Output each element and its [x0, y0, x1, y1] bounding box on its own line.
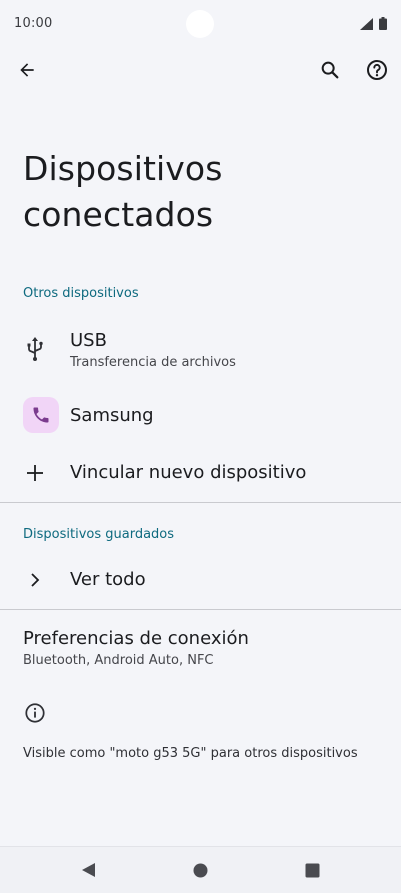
arrow-back-icon	[20, 63, 34, 77]
divider	[0, 502, 401, 503]
search-button[interactable]	[310, 50, 350, 90]
info-icon	[25, 703, 45, 723]
section-header-other-devices: Otros dispositivos	[23, 286, 139, 301]
chevron-right-icon	[31, 573, 40, 587]
status-time: 10:00	[14, 16, 53, 31]
help-icon	[367, 60, 387, 80]
signal-icon	[360, 18, 373, 30]
camera-cutout	[186, 10, 214, 38]
battery-icon	[379, 17, 387, 30]
samsung-device-item[interactable]	[0, 390, 401, 442]
divider	[0, 609, 401, 610]
help-button[interactable]	[357, 50, 397, 90]
page-title: Dispositivos conectados	[23, 149, 223, 234]
connection-preferences-title: Preferencias de conexión	[23, 628, 249, 649]
plus-icon	[27, 465, 43, 481]
navigation-bar	[0, 846, 401, 893]
search-icon	[321, 61, 339, 79]
pair-new-device-title: Vincular nuevo dispositivo	[70, 462, 307, 483]
usb-icon	[27, 337, 43, 361]
phone-icon	[33, 407, 49, 423]
see-all-item[interactable]: Ver todo	[0, 560, 401, 602]
usb-subtitle: Transferencia de archivos	[70, 355, 236, 370]
nav-recents-icon[interactable]	[305, 863, 320, 878]
connection-preferences-item[interactable]: Preferencias de conexión Bluetooth, Andr…	[0, 620, 401, 674]
visibility-info-text: Visible como "moto g53 5G" para otros di…	[23, 746, 358, 761]
samsung-icon-container	[23, 397, 59, 433]
back-button[interactable]	[7, 50, 47, 90]
connection-preferences-subtitle: Bluetooth, Android Auto, NFC	[23, 653, 214, 668]
nav-home-icon[interactable]	[193, 863, 208, 878]
nav-back-icon[interactable]	[80, 862, 96, 878]
usb-item[interactable]: USB Transferencia de archivos	[0, 322, 401, 378]
see-all-title: Ver todo	[70, 569, 146, 590]
pair-new-device-item[interactable]: Vincular nuevo dispositivo	[0, 452, 401, 496]
section-header-saved-devices: Dispositivos guardados	[23, 527, 175, 542]
usb-title: USB	[70, 330, 107, 351]
samsung-title: Samsung	[70, 405, 154, 426]
